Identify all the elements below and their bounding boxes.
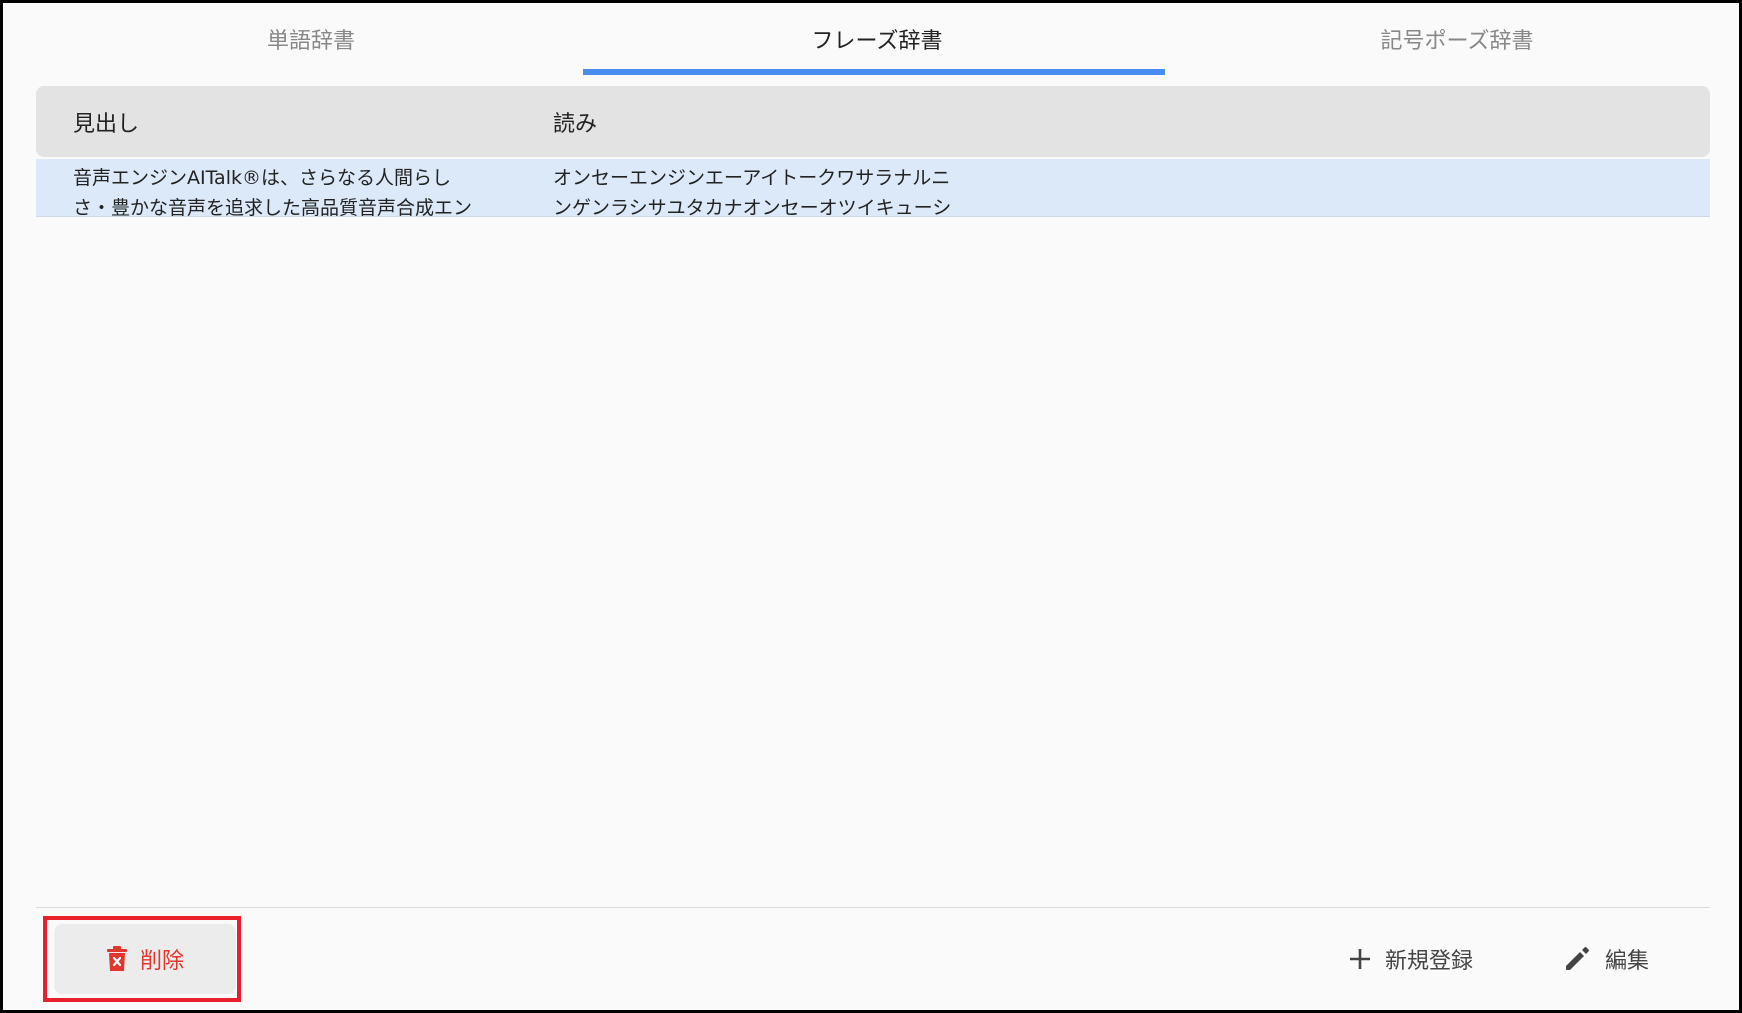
tab-word-dictionary[interactable]: 単語辞書 (36, 3, 586, 75)
plus-icon (1349, 948, 1371, 970)
edit-button-label: 編集 (1605, 949, 1650, 974)
cell-reading-line: ンゲンラシサユタカナオンセーオツイキューシ (553, 197, 952, 219)
table-header: 見出し 読み (36, 86, 1710, 157)
phrase-table: 見出し 読み 音声エンジンAITalk®は、さらなる人間らし さ・豊かな音声を追… (36, 86, 1710, 219)
edit-button[interactable]: 編集 (1563, 928, 1649, 990)
cell-reading: オンセーエンジンエーアイトークワサラナルニ ンゲンラシサユタカナオンセーオツイキ… (553, 163, 993, 223)
table-row[interactable]: 音声エンジンAITalk®は、さらなる人間らし さ・豊かな音声を追求した高品質音… (36, 159, 1710, 219)
tab-symbol-pause-dictionary[interactable]: 記号ポーズ辞書 (1168, 3, 1742, 75)
highlight-box (43, 916, 241, 1002)
cell-heading-line: さ・豊かな音声を追求した高品質音声合成エン (73, 197, 473, 219)
tab-phrase-dictionary[interactable]: フレーズ辞書 (586, 3, 1168, 75)
add-new-button[interactable]: 新規登録 (1349, 928, 1473, 990)
cell-reading-line: オンセーエンジンエーアイトークワサラナルニ (553, 167, 951, 189)
tab-bar: 単語辞書 フレーズ辞書 記号ポーズ辞書 (36, 3, 1742, 79)
active-tab-indicator (583, 69, 1165, 75)
dictionary-window: 単語辞書 フレーズ辞書 記号ポーズ辞書 見出し 読み 音声エンジンAITalk®… (3, 3, 1739, 1010)
add-new-button-label: 新規登録 (1385, 949, 1474, 974)
cell-heading: 音声エンジンAITalk®は、さらなる人間らし さ・豊かな音声を追求した高品質音… (73, 163, 515, 223)
column-header-heading: 見出し (73, 111, 140, 137)
footer-divider (36, 907, 1710, 908)
pencil-icon (1563, 945, 1591, 973)
column-header-reading: 読み (553, 111, 598, 137)
cell-heading-line: 音声エンジンAITalk®は、さらなる人間らし (73, 167, 451, 189)
